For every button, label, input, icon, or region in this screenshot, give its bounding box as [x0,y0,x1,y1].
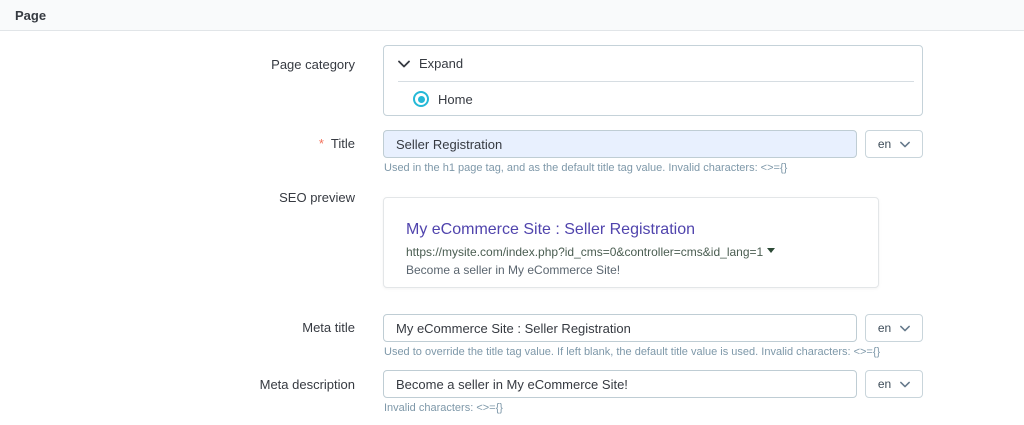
caret-down-icon[interactable] [767,248,775,253]
radio-selected-icon[interactable] [413,91,429,107]
title-language-dropdown[interactable]: en [865,130,923,158]
meta-description-label: Meta description [0,377,355,392]
category-option-label: Home [438,92,473,107]
language-code: en [878,137,891,151]
serp-description: Become a seller in My eCommerce Site! [406,263,858,277]
page-edit-panel: Page Page category Expand Home * Title en… [0,0,1024,425]
panel-header: Page [0,0,1024,31]
meta-title-help-text: Used to override the title tag value. If… [384,346,880,358]
seo-preview-card: My eCommerce Site : Seller Registration … [383,197,879,288]
meta-description-language-dropdown[interactable]: en [865,370,923,398]
title-label-text: Title [331,136,355,151]
category-option-home[interactable]: Home [384,82,922,116]
page-category-tree: Expand Home [383,45,923,116]
chevron-down-icon [900,141,910,148]
chevron-down-icon [398,60,410,68]
title-input[interactable] [383,130,857,158]
serp-url: https://mysite.com/index.php?id_cms=0&co… [406,245,763,259]
meta-description-help-text: Invalid characters: <>={} [384,402,503,414]
language-code: en [878,321,891,335]
title-label: * Title [0,136,355,151]
panel-title: Page [15,8,46,23]
chevron-down-icon [900,325,910,332]
meta-title-input[interactable] [383,314,857,342]
serp-url-line: https://mysite.com/index.php?id_cms=0&co… [406,245,858,259]
required-asterisk: * [319,136,324,151]
meta-title-label: Meta title [0,320,355,335]
category-expand-label: Expand [419,56,463,71]
page-category-label: Page category [0,57,355,72]
category-expand-toggle[interactable]: Expand [384,46,922,81]
meta-description-input[interactable] [383,370,857,398]
title-help-text: Used in the h1 page tag, and as the defa… [384,162,787,174]
meta-title-language-dropdown[interactable]: en [865,314,923,342]
chevron-down-icon [900,381,910,388]
seo-preview-label: SEO preview [0,190,355,205]
serp-title-link[interactable]: My eCommerce Site : Seller Registration [406,221,858,239]
language-code: en [878,377,891,391]
